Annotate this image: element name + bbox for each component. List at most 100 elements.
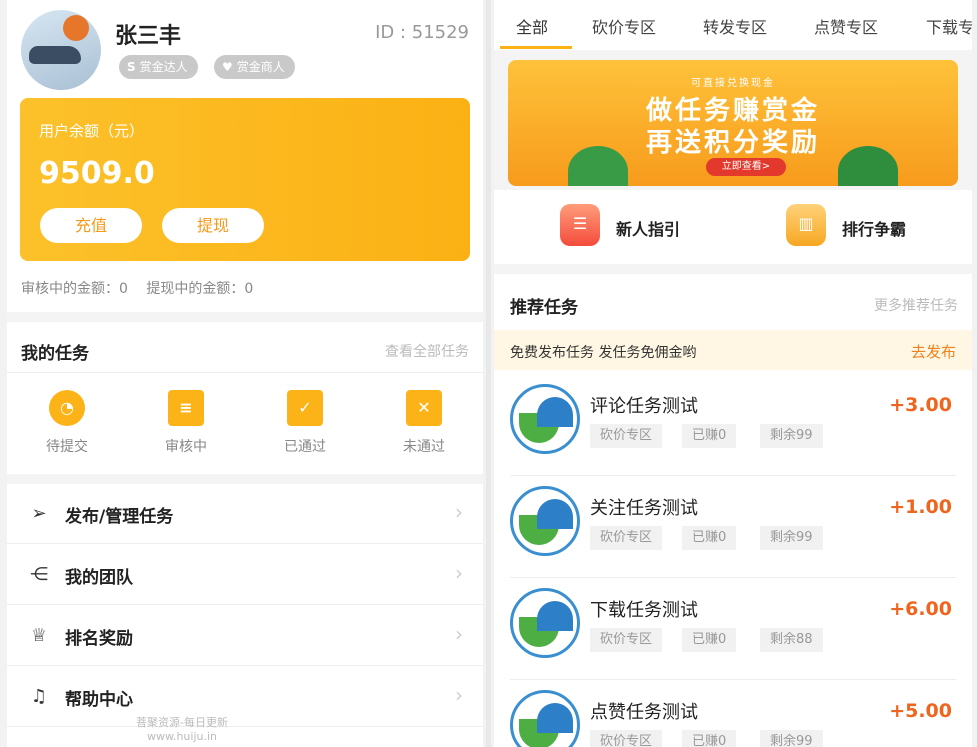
quick-entry-label: 新人指引 bbox=[616, 220, 681, 239]
task-status-rejected[interactable]: ✕ 未通过 bbox=[374, 390, 474, 456]
balance-value: 9509.0 bbox=[39, 156, 155, 191]
recharge-button[interactable]: 充值 bbox=[40, 208, 142, 243]
watermark-line: www.huiju.in bbox=[146, 730, 218, 743]
menu-item-my-team[interactable]: ⋲ 我的团队 › bbox=[7, 545, 483, 605]
watermark: 菩聚资源-每日更新 www.huiju.in bbox=[117, 716, 247, 744]
chevron-right-icon: › bbox=[455, 561, 463, 585]
task-earned-tag: 已赚0 bbox=[682, 424, 737, 448]
profile-card: 张三丰 ID : 51529 S 赏金达人 ♥ 赏金商人 用户余额（元） 9509.… bbox=[7, 0, 483, 312]
s-badge-icon: S bbox=[127, 60, 136, 74]
task-status-approved[interactable]: ✓ 已通过 bbox=[255, 390, 355, 456]
tab-like[interactable]: 点赞专区 bbox=[814, 14, 878, 38]
menu-item-label: 我的团队 bbox=[65, 568, 133, 588]
more-recommended-link[interactable]: 更多推荐任务 bbox=[874, 295, 958, 315]
go-publish-link[interactable]: 去发布 bbox=[911, 341, 956, 362]
task-reward: +5.00 bbox=[889, 700, 952, 722]
task-earned-tag: 已赚0 bbox=[682, 526, 737, 550]
menu-item-label: 帮助中心 bbox=[65, 690, 133, 710]
task-reward: +6.00 bbox=[889, 598, 952, 620]
menu-item-label: 发布/管理任务 bbox=[65, 507, 174, 527]
task-reward: +3.00 bbox=[889, 394, 952, 416]
menu-list: ➢ 发布/管理任务 › ⋲ 我的团队 › ♕ 排名奖励 › ♫ 帮助中心 › bbox=[7, 484, 483, 747]
task-status-pending-submit[interactable]: ◔ 待提交 bbox=[17, 390, 117, 456]
tab-bargain[interactable]: 砍价专区 bbox=[592, 14, 656, 38]
my-tasks-title: 我的任务 bbox=[21, 344, 89, 364]
badge-label: 赏金商人 bbox=[236, 60, 285, 74]
balance-label: 用户余额（元） bbox=[39, 122, 145, 140]
badge-bounty-master: S 赏金达人 bbox=[119, 55, 198, 79]
watermark-line: 菩聚资源-每日更新 bbox=[136, 716, 228, 729]
profile-panel: 张三丰 ID : 51529 S 赏金达人 ♥ 赏金商人 用户余额（元） 9509.… bbox=[7, 0, 483, 747]
menu-item-label: 排名奖励 bbox=[65, 629, 133, 649]
task-item[interactable]: 评论任务测试 砍价专区 已赚0 剩余99 +3.00 bbox=[510, 374, 956, 476]
chevron-right-icon: › bbox=[455, 500, 463, 524]
category-tabs: 全部 砍价专区 转发专区 点赞专区 下载专 bbox=[494, 0, 972, 50]
task-category-tag: 砍价专区 bbox=[590, 628, 663, 652]
task-remaining-tag: 剩余88 bbox=[760, 628, 823, 652]
publish-notice: 免费发布任务 发任务免佣金哟 去发布 bbox=[494, 330, 972, 370]
check-icon: ✓ bbox=[287, 390, 323, 426]
badge-label: 赏金达人 bbox=[139, 60, 188, 74]
task-remaining-tag: 剩余99 bbox=[760, 526, 823, 550]
task-title: 点赞任务测试 bbox=[590, 702, 698, 723]
task-item[interactable]: 下载任务测试 砍价专区 已赚0 剩余88 +6.00 bbox=[510, 578, 956, 680]
tab-all[interactable]: 全部 bbox=[516, 14, 548, 38]
my-tasks-section: 我的任务 查看全部任务 ◔ 待提交 ≡ 审核中 ✓ 已通过 ✕ 未通过 bbox=[7, 322, 483, 474]
menu-item-ranking-rewards[interactable]: ♕ 排名奖励 › bbox=[7, 606, 483, 666]
task-item[interactable]: 点赞任务测试 砍价专区 已赚0 剩余99 +5.00 bbox=[510, 680, 956, 747]
banner-subheadline: 再送积分奖励 bbox=[645, 128, 820, 158]
quick-entry-label: 排行争霸 bbox=[842, 220, 907, 239]
task-status-label: 已通过 bbox=[284, 439, 326, 455]
tab-forward[interactable]: 转发专区 bbox=[703, 14, 767, 38]
task-status-label: 待提交 bbox=[46, 439, 88, 455]
pending-review-amount: 审核中的金额：0 bbox=[21, 281, 128, 297]
task-status-label: 审核中 bbox=[165, 439, 207, 455]
recommended-title: 推荐任务 bbox=[510, 298, 578, 318]
task-earned-tag: 已赚0 bbox=[682, 730, 737, 747]
chevron-right-icon: › bbox=[455, 683, 463, 707]
task-status-reviewing[interactable]: ≡ 审核中 bbox=[136, 390, 236, 456]
menu-item-publish-manage[interactable]: ➢ 发布/管理任务 › bbox=[7, 484, 483, 544]
task-status-label: 未通过 bbox=[403, 439, 445, 455]
task-reward: +1.00 bbox=[889, 496, 952, 518]
banner-caption: 可直接兑换现金 bbox=[691, 78, 775, 89]
task-logo-icon bbox=[510, 486, 580, 556]
x-icon: ✕ bbox=[406, 390, 442, 426]
notice-text: 免费发布任务 发任务免佣金哟 bbox=[510, 345, 697, 361]
quick-leaderboard[interactable]: ▥ 排行争霸 bbox=[786, 204, 946, 248]
task-logo-icon bbox=[510, 690, 580, 747]
view-all-tasks-link[interactable]: 查看全部任务 bbox=[385, 341, 469, 361]
avatar[interactable] bbox=[21, 10, 101, 90]
task-title: 评论任务测试 bbox=[590, 396, 698, 417]
trophy-icon: ♕ bbox=[30, 625, 48, 646]
clock-icon: ◔ bbox=[49, 390, 85, 426]
task-earned-tag: 已赚0 bbox=[682, 628, 737, 652]
balance-card: 用户余额（元） 9509.0 充值 提现 bbox=[20, 98, 470, 261]
pending-amounts: 审核中的金额：0 提现中的金额：0 bbox=[21, 278, 267, 298]
task-item[interactable]: 关注任务测试 砍价专区 已赚0 剩余99 +1.00 bbox=[510, 476, 956, 578]
tab-download[interactable]: 下载专 bbox=[926, 14, 972, 38]
task-logo-icon bbox=[510, 588, 580, 658]
banner-view-button[interactable]: 立即查看> bbox=[706, 158, 786, 176]
task-remaining-tag: 剩余99 bbox=[760, 730, 823, 747]
promo-banner[interactable]: 可直接兑换现金 做任务赚赏金 再送积分奖励 立即查看> bbox=[508, 60, 958, 186]
user-id: ID : 51529 bbox=[375, 22, 469, 43]
bell-icon: ♫ bbox=[30, 686, 48, 707]
task-title: 关注任务测试 bbox=[590, 498, 698, 519]
task-category-tag: 砍价专区 bbox=[590, 526, 663, 550]
recommended-tasks-section: 推荐任务 更多推荐任务 免费发布任务 发任务免佣金哟 去发布 评论任务测试 砍价… bbox=[494, 274, 972, 747]
page: 张三丰 ID : 51529 S 赏金达人 ♥ 赏金商人 用户余额（元） 9509.… bbox=[0, 0, 977, 747]
task-logo-icon bbox=[510, 384, 580, 454]
document-icon: ≡ bbox=[168, 390, 204, 426]
badge-bounty-merchant: ♥ 赏金商人 bbox=[214, 55, 295, 79]
quick-newbie-guide[interactable]: ☰ 新人指引 bbox=[560, 204, 720, 248]
user-name: 张三丰 bbox=[115, 24, 182, 49]
withdraw-button[interactable]: 提现 bbox=[162, 208, 264, 243]
task-hall-panel: 全部 砍价专区 转发专区 点赞专区 下载专 可直接兑换现金 做任务赚赏金 再送积… bbox=[494, 0, 972, 747]
task-remaining-tag: 剩余99 bbox=[760, 424, 823, 448]
quick-entries: ☰ 新人指引 ▥ 排行争霸 bbox=[494, 190, 972, 264]
task-category-tag: 砍价专区 bbox=[590, 424, 663, 448]
task-category-tag: 砍价专区 bbox=[590, 730, 663, 747]
pending-withdraw-amount: 提现中的金额：0 bbox=[146, 281, 254, 297]
heart-icon: ♥ bbox=[222, 60, 233, 74]
